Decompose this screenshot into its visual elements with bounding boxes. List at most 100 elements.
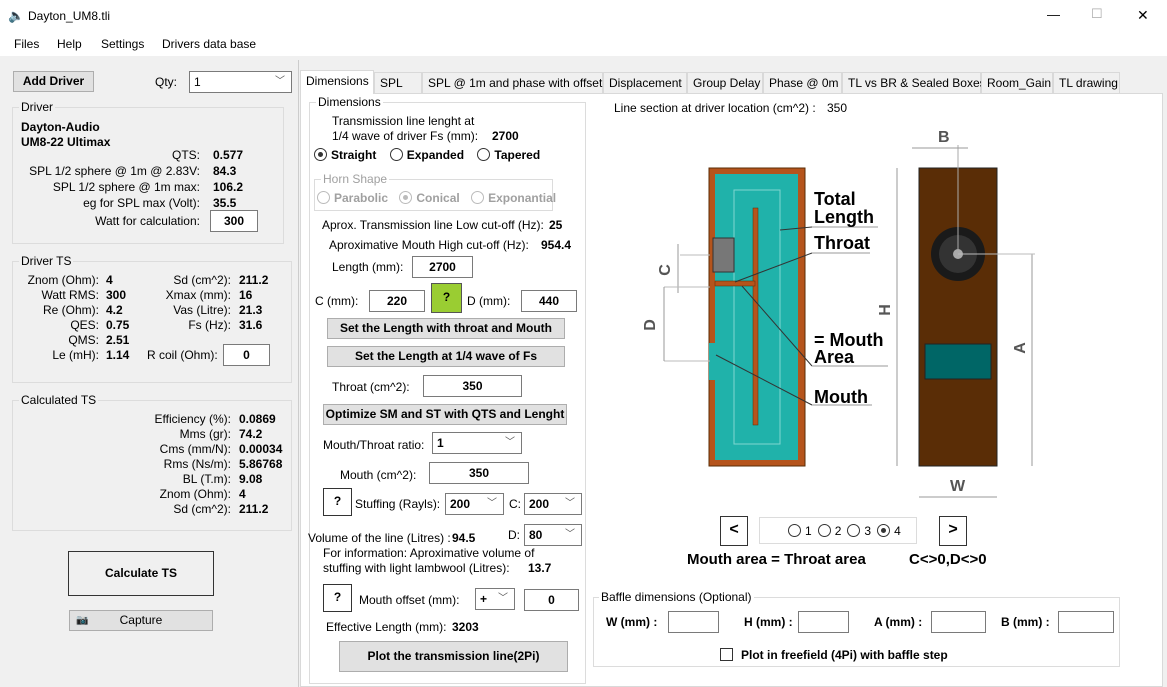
c-input[interactable]: 220 — [369, 290, 425, 312]
d-input[interactable]: 440 — [521, 290, 577, 312]
ts-param-value: 1.14 — [106, 348, 130, 362]
watt-input[interactable]: 300 — [210, 210, 258, 232]
radio-expanded[interactable]: Expanded — [389, 148, 464, 162]
rcoil-input[interactable]: 0 — [223, 344, 270, 366]
help-stuffing-button[interactable]: ? — [323, 488, 352, 516]
effective-length-value: 3203 — [452, 620, 479, 634]
baffle-h-label: H (mm) : — [744, 615, 793, 629]
calculated-ts-legend: Calculated TS — [19, 393, 99, 407]
effective-length-label: Effective Length (mm): — [326, 620, 447, 634]
driver-param-value: 106.2 — [213, 180, 244, 194]
ts-param-value: 4 — [106, 273, 113, 287]
baffle-a-label: A (mm) : — [874, 615, 923, 629]
tl-length-label: Transmission line lenght at — [332, 114, 475, 128]
tl-diagram — [663, 145, 1035, 498]
menu-help[interactable]: Help — [57, 37, 82, 51]
label-c: C — [656, 264, 674, 276]
ts-param-value: 21.3 — [239, 303, 263, 317]
dimensions-legend: Dimensions — [316, 95, 383, 109]
freefield-checkbox[interactable] — [720, 648, 733, 661]
driver-param-value: 84.3 — [213, 164, 237, 178]
freefield-label: Plot in freefield (4Pi) with baffle step — [741, 648, 948, 662]
tab-tl-vs-br-sealed-boxes[interactable]: TL vs BR & Sealed Boxes — [842, 72, 986, 93]
stuffing-select[interactable]: 200 ﹀ — [445, 493, 504, 515]
stuffing-d-select[interactable]: 80 ﹀ — [524, 524, 582, 546]
minimize-button[interactable]: — — [1047, 7, 1060, 22]
capture-button[interactable]: 📷 Capture — [69, 610, 213, 631]
radio-tapered[interactable]: Tapered — [477, 148, 540, 162]
baffle-h-input[interactable] — [798, 611, 849, 633]
calculate-ts-button[interactable]: Calculate TS — [68, 551, 214, 596]
driver-legend: Driver — [19, 100, 55, 114]
ts-param-label: Xmax (mm): — [165, 288, 231, 302]
tab-tl-drawing[interactable]: TL drawing — [1053, 72, 1120, 93]
calc-param-value: 74.2 — [239, 427, 263, 441]
tab-spl[interactable]: SPL — [374, 72, 422, 93]
chevron-down-icon: ﹀ — [565, 498, 575, 509]
set-length-throat-mouth-button[interactable]: Set the Length with throat and Mouth — [327, 318, 565, 339]
divider — [298, 60, 299, 687]
mouth-input[interactable]: 350 — [429, 462, 529, 484]
next-drawing-button[interactable]: > — [939, 516, 967, 546]
offset-input[interactable]: 0 — [524, 589, 579, 611]
stuffing-c-select[interactable]: 200 ﹀ — [524, 493, 582, 515]
radio-conical[interactable]: Conical — [399, 191, 460, 205]
tab-spl-1m-and-phase-with-offset[interactable]: SPL @ 1m and phase with offset — [422, 72, 603, 93]
qty-select[interactable]: 1 ﹀ — [189, 71, 292, 93]
add-driver-button[interactable]: Add Driver — [13, 71, 94, 92]
prev-drawing-button[interactable]: < — [720, 516, 748, 546]
radio-parabolic[interactable]: Parabolic — [317, 191, 388, 205]
tab-group-delay[interactable]: Group Delay — [687, 72, 763, 93]
drawing-page-radio-2[interactable]: 2 — [817, 524, 841, 538]
ts-param-value: 2.51 — [106, 333, 130, 347]
calc-param-label: BL (T.m): — [182, 472, 231, 486]
ratio-select[interactable]: 1 ﹀ — [432, 432, 522, 454]
info-label-2: stuffing with light lambwool (Litres): — [323, 561, 510, 575]
label-area: Area — [814, 347, 855, 367]
ts-param-value: 16 — [239, 288, 253, 302]
optimize-button[interactable]: Optimize SM and ST with QTS and Lenght — [323, 404, 567, 425]
tl-length-value: 2700 — [492, 129, 519, 143]
tab-dimensions[interactable]: Dimensions — [300, 70, 374, 94]
drawing-page-radio-4[interactable]: 4 — [877, 524, 901, 538]
tab-room-gain[interactable]: Room_Gain — [981, 72, 1053, 93]
driver-brand: Dayton-Audio — [21, 120, 100, 134]
offset-label: Mouth offset (mm): — [359, 593, 460, 607]
section-value: 350 — [827, 101, 848, 115]
title-bar: 🔈 Dayton_UM8.tli — ☐ ✕ — [0, 0, 1167, 32]
driver-model: UM8-22 Ultimax — [21, 135, 111, 149]
stuffing-c-label: C: — [509, 497, 521, 511]
radio-straight[interactable]: Straight — [314, 148, 376, 162]
baffle-b-input[interactable] — [1058, 611, 1114, 633]
length-input[interactable]: 2700 — [412, 256, 473, 278]
baffle-a-input[interactable] — [931, 611, 986, 633]
maximize-button[interactable]: ☐ — [1091, 6, 1103, 22]
tab-phase-0m[interactable]: Phase @ 0m — [763, 72, 842, 93]
label-a: A — [1011, 342, 1029, 354]
radio-exponantial[interactable]: Exponantial — [471, 191, 556, 205]
menu-settings[interactable]: Settings — [101, 37, 144, 51]
set-length-quarter-wave-button[interactable]: Set the Length at 1/4 wave of Fs — [327, 346, 565, 367]
ratio-label: Mouth/Throat ratio: — [323, 438, 425, 452]
drawing-page-radio-1[interactable]: 1 — [788, 524, 812, 538]
plot-tl-button[interactable]: Plot the transmission line(2Pi) — [339, 641, 568, 672]
help-offset-button[interactable]: ? — [323, 584, 352, 612]
menu-files[interactable]: Files — [14, 37, 39, 51]
close-button[interactable]: ✕ — [1137, 7, 1149, 24]
baffle-w-input[interactable] — [668, 611, 719, 633]
section-label: Line section at driver location (cm^2) : — [614, 101, 816, 115]
high-cut-label: Aproximative Mouth High cut-off (Hz): — [329, 238, 529, 252]
calc-param-label: Mms (gr): — [179, 427, 231, 441]
ts-param-value: 31.6 — [239, 318, 263, 332]
label-h: H — [876, 304, 894, 316]
offset-sign-select[interactable]: + ﹀ — [475, 588, 515, 610]
throat-input[interactable]: 350 — [423, 375, 522, 397]
chevron-down-icon: ﹀ — [498, 593, 508, 604]
drawing-page-radio-3[interactable]: 3 — [847, 524, 871, 538]
chevron-down-icon: ﹀ — [275, 76, 285, 87]
menu-drivers-db[interactable]: Drivers data base — [162, 37, 256, 51]
tab-displacement[interactable]: Displacement — [603, 72, 687, 93]
ts-param-label: Re (Ohm): — [42, 303, 99, 317]
baffle-legend: Baffle dimensions (Optional) — [599, 590, 754, 604]
help-cd-button[interactable]: ? — [431, 283, 462, 313]
